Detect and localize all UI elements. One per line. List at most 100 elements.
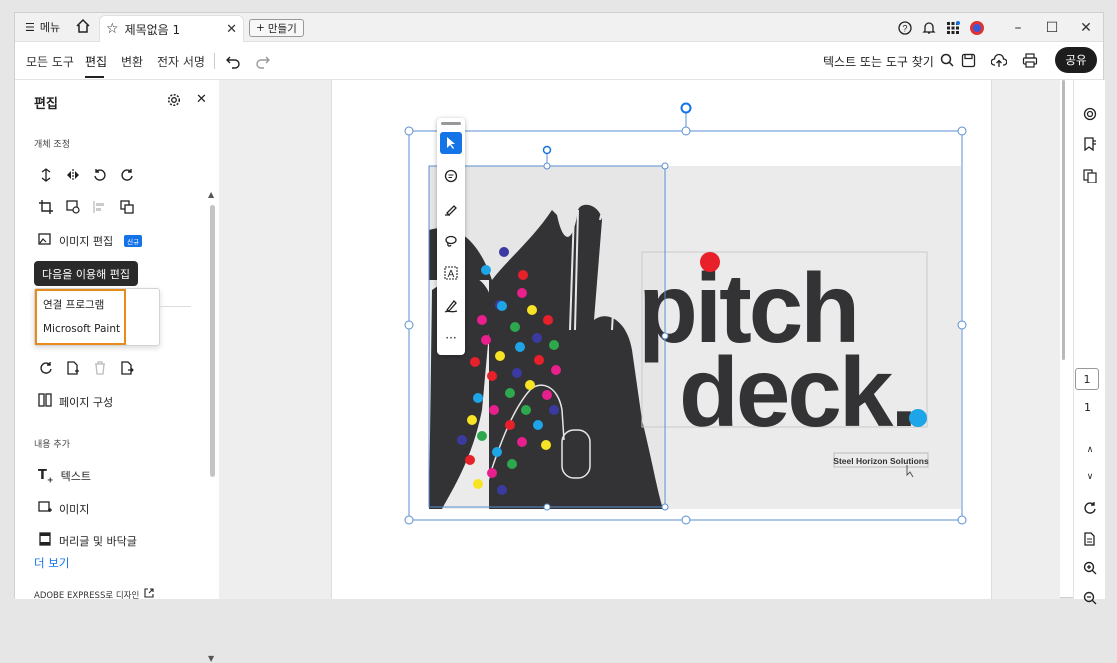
pages-icon[interactable] xyxy=(1082,168,1098,184)
organize-pages-item[interactable]: 페이지 구성 xyxy=(38,393,113,410)
panel-close-icon[interactable]: ✕ xyxy=(196,92,207,107)
search-icon xyxy=(940,53,954,70)
header-footer-label: 머리글 및 바닥글 xyxy=(59,534,137,548)
rotate-handle-icon[interactable] xyxy=(680,102,692,114)
tooltip-text: 다음을 이용해 편집 xyxy=(42,267,130,281)
minimize-button[interactable]: – xyxy=(1001,13,1035,42)
home-icon[interactable] xyxy=(75,18,91,34)
active-tab-indicator xyxy=(85,76,104,78)
star-icon[interactable]: ☆ xyxy=(106,21,119,37)
scroll-up-chevron-icon[interactable]: ∧ xyxy=(1082,442,1098,458)
redo-icon[interactable] xyxy=(255,53,271,72)
apps-grid-icon[interactable] xyxy=(941,13,965,42)
rotate-right-icon[interactable] xyxy=(119,167,135,183)
flip-vertical-icon[interactable] xyxy=(38,167,54,183)
edit-image-label: 이미지 편집 xyxy=(59,234,114,248)
refresh-icon[interactable] xyxy=(1082,500,1098,516)
adobe-express-link[interactable]: ADOBE EXPRESS로 디자인 xyxy=(34,588,154,601)
print-icon[interactable] xyxy=(1022,53,1038,71)
add-image-icon xyxy=(38,500,52,517)
company-name-text[interactable]: Steel Horizon Solutions xyxy=(833,456,929,466)
toolbar-divider xyxy=(214,53,215,69)
notification-icon[interactable] xyxy=(917,13,941,42)
plus-icon: + xyxy=(256,22,265,34)
object-tools-row-1 xyxy=(38,167,135,183)
current-page-input[interactable]: 1 xyxy=(1075,368,1099,390)
panel-scrollbar[interactable] xyxy=(210,205,215,477)
canvas-scrollbar[interactable] xyxy=(1062,80,1065,360)
document-tab[interactable]: ☆ 제목없음 1 ✕ xyxy=(99,15,244,42)
insert-page-icon[interactable] xyxy=(65,360,81,376)
tab-title: 제목없음 1 xyxy=(124,22,181,37)
rotate-left-icon[interactable] xyxy=(92,167,108,183)
crop-icon[interactable] xyxy=(38,199,54,215)
extract-page-icon[interactable] xyxy=(119,360,135,376)
menu-button[interactable]: ☰ 메뉴 xyxy=(25,19,60,35)
new-tab-button[interactable]: + 만들기 xyxy=(249,19,304,37)
rotate-page-icon[interactable] xyxy=(38,360,54,376)
popup-option-ms-paint[interactable]: Microsoft Paint xyxy=(43,323,120,335)
tab-e-sign[interactable]: 전자 서명 xyxy=(157,53,205,70)
maximize-button[interactable]: ☐ xyxy=(1035,13,1069,42)
hamburger-icon: ☰ xyxy=(25,20,35,34)
more-tools-icon[interactable]: ··· xyxy=(440,327,462,349)
tab-edit[interactable]: 편집 xyxy=(85,53,107,70)
avatar[interactable] xyxy=(965,13,989,42)
tab-all-tools[interactable]: 모든 도구 xyxy=(26,53,74,70)
share-button[interactable]: 공유 xyxy=(1055,47,1097,73)
search-label: 텍스트 또는 도구 찾기 xyxy=(823,55,934,69)
tab-convert[interactable]: 변환 xyxy=(121,53,143,70)
select-cursor-icon[interactable] xyxy=(440,132,462,154)
delete-page-icon xyxy=(92,360,108,376)
title-bar: ☰ 메뉴 ☆ 제목없음 1 ✕ + 만들기 ? – ☐ ✕ xyxy=(15,13,1103,42)
drag-grip-icon[interactable] xyxy=(441,122,461,125)
page-setup-icon[interactable] xyxy=(1082,531,1098,547)
ai-assistant-icon[interactable] xyxy=(1082,106,1098,122)
svg-text:?: ? xyxy=(902,23,907,33)
text-box-icon[interactable]: A xyxy=(440,262,462,284)
header-footer-item[interactable]: 머리글 및 바닥글 xyxy=(38,532,137,549)
flip-horizontal-icon[interactable] xyxy=(65,167,81,183)
adobe-express-label: ADOBE EXPRESS로 디자인 xyxy=(34,590,140,601)
undo-icon[interactable] xyxy=(225,53,241,72)
bookmark-icon[interactable] xyxy=(1082,136,1098,152)
panel-scroll-up-icon[interactable]: ▲ xyxy=(208,190,214,199)
comment-icon[interactable] xyxy=(440,165,462,187)
replace-image-icon[interactable] xyxy=(65,199,81,215)
settings-gear-icon[interactable] xyxy=(167,93,181,110)
cloud-upload-icon[interactable] xyxy=(990,53,1008,71)
svg-text:A: A xyxy=(448,269,455,280)
app-window: ☰ 메뉴 ☆ 제목없음 1 ✕ + 만들기 ? – ☐ ✕ 모든 도구 편집 변… xyxy=(14,12,1105,663)
add-text-item[interactable]: T+ 텍스트 xyxy=(38,468,91,485)
signature-pen-icon[interactable] xyxy=(440,295,462,317)
save-icon[interactable] xyxy=(961,53,976,71)
add-image-item[interactable]: 이미지 xyxy=(38,500,89,517)
highlight-pen-icon[interactable] xyxy=(440,198,462,220)
align-icon xyxy=(92,199,108,215)
object-tools-row-2 xyxy=(38,199,135,215)
quick-tools-bar: A ··· xyxy=(437,118,465,355)
add-image-label: 이미지 xyxy=(59,502,90,516)
edit-image-item[interactable]: 이미지 편집 신규 xyxy=(38,232,143,249)
deck-text[interactable]: deck. xyxy=(679,337,918,447)
arrange-icon[interactable] xyxy=(119,199,135,215)
organize-pages-label: 페이지 구성 xyxy=(59,395,114,409)
zoom-out-icon[interactable] xyxy=(1082,590,1098,606)
popup-option-open-with[interactable]: 연결 프로그램 xyxy=(43,297,104,312)
panel-title: 편집 xyxy=(34,97,58,112)
search-tools[interactable]: 텍스트 또는 도구 찾기 xyxy=(823,53,954,70)
image-rotate-handle-icon[interactable] xyxy=(542,145,552,155)
draw-lasso-icon[interactable] xyxy=(440,230,462,252)
panel-scroll-down-icon[interactable]: ▼ xyxy=(208,654,214,663)
zoom-in-icon[interactable] xyxy=(1082,560,1098,576)
see-more-link[interactable]: 더 보기 xyxy=(34,555,69,571)
tab-close-icon[interactable]: ✕ xyxy=(226,22,237,37)
panel-divider xyxy=(160,306,191,307)
titlebar-controls: ? – ☐ ✕ xyxy=(893,13,1103,42)
close-window-button[interactable]: ✕ xyxy=(1069,13,1103,42)
new-badge: 신규 xyxy=(124,234,143,247)
help-icon[interactable]: ? xyxy=(893,13,917,42)
blue-dot-accent xyxy=(909,409,927,427)
scroll-down-chevron-icon[interactable]: ∨ xyxy=(1082,469,1098,485)
new-tab-label: 만들기 xyxy=(267,22,297,35)
